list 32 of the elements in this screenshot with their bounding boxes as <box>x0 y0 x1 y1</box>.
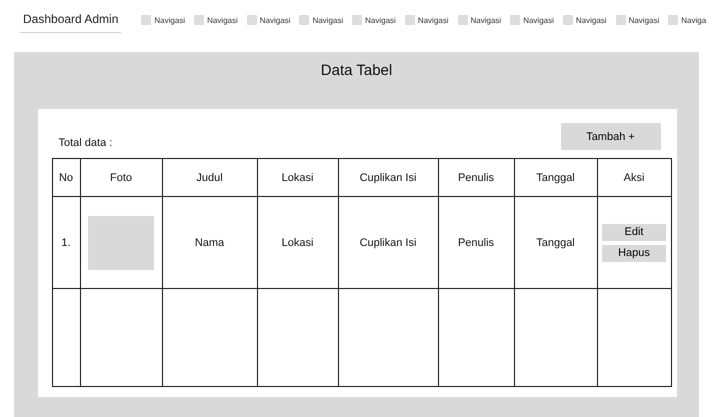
table-cell: Tanggal <box>514 196 597 288</box>
nav-link[interactable]: Navigasi <box>246 15 290 25</box>
page-title: Data Tabel <box>320 62 392 79</box>
nav-link[interactable]: Naviga <box>668 15 706 25</box>
edit-button[interactable]: Edit <box>602 224 666 240</box>
table-cell: Nama <box>162 196 257 288</box>
table-cell: Lokasi <box>257 196 338 288</box>
delete-button[interactable]: Hapus <box>602 244 666 262</box>
column-header: Tanggal <box>514 158 597 196</box>
column-header: Lokasi <box>257 158 338 196</box>
column-header: Judul <box>162 158 257 196</box>
table-cell: Cuplikan Isi <box>338 196 438 288</box>
nav-link[interactable]: Navigasi <box>562 15 607 25</box>
nav-link[interactable]: Navigasi <box>194 15 238 25</box>
nav-link[interactable]: Navigasi <box>352 15 396 25</box>
column-header: Aksi <box>597 158 671 196</box>
total-label: Total data : <box>58 137 112 149</box>
table-cell: 1. <box>52 196 80 288</box>
nav-link[interactable]: Navigasi <box>141 15 186 25</box>
photo-placeholder <box>88 216 154 270</box>
nav-link[interactable]: Navigasi <box>510 15 554 25</box>
column-header: Penulis <box>438 158 514 196</box>
nav-link[interactable]: Navigasi <box>616 15 660 25</box>
nav-link[interactable]: Navigasi <box>404 15 449 25</box>
column-header: Foto <box>80 158 162 196</box>
add-button[interactable]: Tambah + <box>560 123 660 150</box>
table-cell: Penulis <box>438 196 514 288</box>
nav-link[interactable]: Navigasi <box>299 15 344 25</box>
column-header: No <box>52 158 80 196</box>
nav-link[interactable]: Navigasi <box>458 15 502 25</box>
column-header: Cuplikan Isi <box>338 158 438 196</box>
app-title: Dashboard Admin <box>20 12 122 32</box>
